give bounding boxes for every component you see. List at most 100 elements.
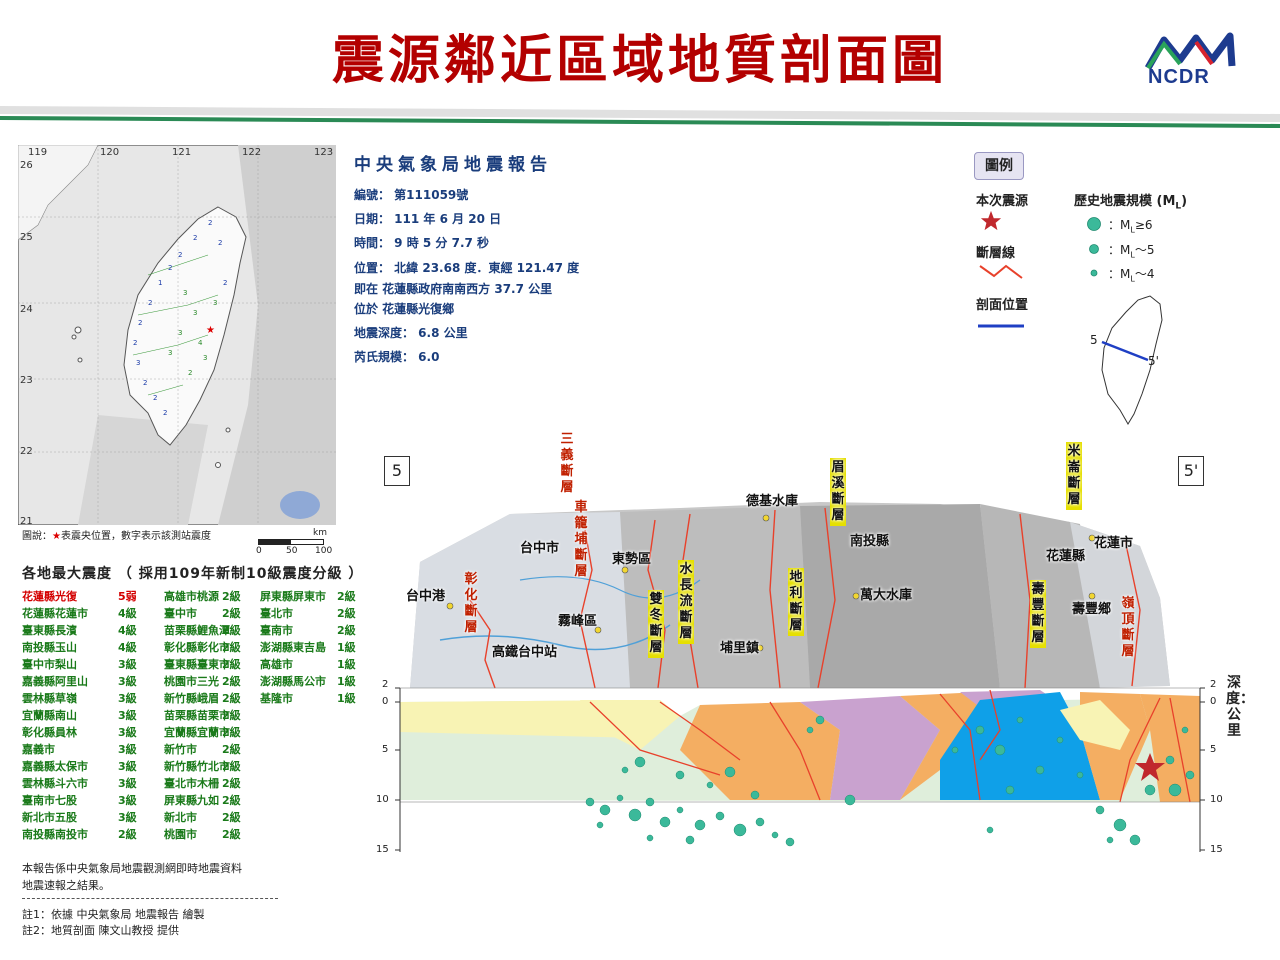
intensity-level: 2級 bbox=[118, 828, 137, 841]
intensity-station: 基隆市 bbox=[260, 692, 293, 705]
report-magnitude: 芮氏規模： 6.0 bbox=[354, 350, 440, 364]
svg-text:2: 2 bbox=[208, 219, 212, 227]
intensity-station: 屏東縣九如 bbox=[164, 794, 219, 807]
lat-tick: 23 bbox=[20, 375, 33, 386]
depth-tick-right: 15 bbox=[1210, 844, 1223, 855]
depth-tick-right: 2 bbox=[1210, 679, 1217, 690]
depth-axis-title: 深度：公里 bbox=[1226, 675, 1254, 739]
place-techi-reservoir: 德基水庫 bbox=[746, 494, 799, 509]
footnote-1: 註1：依據 中央氣象局 地震報告 繪製 bbox=[22, 908, 205, 921]
intensity-station: 臺東縣長濱 bbox=[22, 624, 77, 637]
intensity-station: 彰化縣彰化市 bbox=[164, 641, 230, 654]
intensity-station: 屏東縣屏東市 bbox=[260, 590, 326, 603]
intensity-level: 4級 bbox=[118, 641, 137, 654]
legend-fault-label: 斷層線 bbox=[976, 246, 1016, 261]
intensity-level: 3級 bbox=[118, 811, 137, 824]
intensity-station: 新北市五股 bbox=[22, 811, 77, 824]
intensity-level: 2級 bbox=[222, 760, 241, 773]
depth-tick-left: 5 bbox=[382, 744, 389, 755]
svg-text:2: 2 bbox=[193, 234, 197, 242]
magnitude-4-label: ：ML～4 bbox=[1108, 267, 1155, 284]
lat-tick: 22 bbox=[20, 446, 33, 457]
svg-text:3: 3 bbox=[183, 289, 187, 297]
note-divider bbox=[22, 898, 278, 899]
report-note-2: 地震速報之結果。 bbox=[22, 879, 110, 892]
svg-text:★: ★ bbox=[206, 325, 215, 336]
intensity-station: 新竹縣竹北市 bbox=[164, 760, 230, 773]
depth-tick-left: 10 bbox=[376, 794, 389, 805]
depth-tick-right: 0 bbox=[1210, 696, 1217, 707]
svg-text:4: 4 bbox=[198, 339, 203, 347]
report-depth: 地震深度： 6.8 公里 bbox=[354, 326, 468, 340]
svg-text:2: 2 bbox=[153, 394, 157, 402]
report-title: 中央氣象局地震報告 bbox=[354, 155, 552, 175]
svg-text:2: 2 bbox=[178, 251, 182, 259]
intensity-level: 2級 bbox=[222, 709, 241, 722]
intensity-level: 2級 bbox=[222, 590, 241, 603]
lat-tick: 25 bbox=[20, 232, 33, 243]
intensity-level: 2級 bbox=[222, 641, 241, 654]
profile-line-icon bbox=[978, 324, 1024, 328]
intensity-station: 花蓮縣花蓮市 bbox=[22, 607, 88, 620]
place-puli: 埔里鎮 bbox=[720, 641, 760, 656]
lon-tick: 120 bbox=[100, 147, 120, 158]
report-date: 日期： 111 年 6 月 20 日 bbox=[354, 212, 502, 226]
svg-text:3: 3 bbox=[178, 329, 182, 337]
report-note-1: 本報告係中央氣象局地震觀測網即時地震資料 bbox=[22, 862, 242, 875]
intensity-level: 3級 bbox=[118, 675, 137, 688]
intensity-station: 南投縣南投市 bbox=[22, 828, 88, 841]
intensity-station: 雲林縣斗六市 bbox=[22, 777, 88, 790]
intensity-level: 2級 bbox=[222, 777, 241, 790]
fault-line-icon bbox=[979, 264, 1023, 279]
svg-text:2: 2 bbox=[223, 279, 227, 287]
intensity-level: 1級 bbox=[337, 641, 356, 654]
scale-bar bbox=[258, 539, 324, 545]
intensity-level: 2級 bbox=[337, 590, 356, 603]
place-hualien-county: 花蓮縣 bbox=[1046, 549, 1086, 564]
intensity-level: 2級 bbox=[222, 743, 241, 756]
scale-label: 50 bbox=[286, 546, 298, 556]
magnitude-5-label: ：ML～5 bbox=[1108, 243, 1155, 260]
legend-epicenter-label: 本次震源 bbox=[976, 194, 1029, 209]
lon-tick: 122 bbox=[242, 147, 262, 158]
intensity-station: 嘉義縣太保市 bbox=[22, 760, 88, 773]
fault-sanyi: 三義斷層 bbox=[560, 432, 574, 495]
footnote-2: 註2：地質剖面 陳文山教授 提供 bbox=[22, 924, 179, 937]
map-caption: 圖說：★表震央位置，數字表示該測站震度 bbox=[22, 531, 211, 542]
intensity-station: 臺東縣臺東市 bbox=[164, 658, 230, 671]
place-dongshi: 東勢區 bbox=[612, 552, 652, 567]
intensity-level: 3級 bbox=[118, 760, 137, 773]
intensity-station: 宜蘭縣宜蘭市 bbox=[164, 726, 230, 739]
intensity-level: 2級 bbox=[222, 658, 241, 671]
intensity-level: 4級 bbox=[118, 607, 137, 620]
inset-label-5p: 5' bbox=[1148, 354, 1159, 368]
intensity-level: 1級 bbox=[337, 692, 356, 705]
fault-shoufeng: 壽豐斷層 bbox=[1030, 580, 1046, 648]
svg-text:2: 2 bbox=[188, 369, 192, 377]
intensity-level: 1級 bbox=[337, 658, 356, 671]
intensity-level: 3級 bbox=[118, 743, 137, 756]
place-wufeng: 霧峰區 bbox=[558, 614, 598, 629]
intensity-station: 臺南市七股 bbox=[22, 794, 77, 807]
legend-profile-label: 剖面位置 bbox=[976, 298, 1029, 313]
intensity-level: 5弱 bbox=[118, 590, 137, 603]
intensity-level: 3級 bbox=[118, 777, 137, 790]
intensity-station: 新竹市 bbox=[164, 743, 197, 756]
intensity-level: 2級 bbox=[222, 828, 241, 841]
lon-tick: 121 bbox=[172, 147, 192, 158]
intensity-station: 彰化縣員林 bbox=[22, 726, 77, 739]
intensity-station: 南投縣玉山 bbox=[22, 641, 77, 654]
intensity-level: 2級 bbox=[222, 692, 241, 705]
place-nantou-county: 南投縣 bbox=[850, 534, 890, 549]
fault-changhua: 彰化斷層 bbox=[464, 572, 478, 635]
intensity-station: 新北市 bbox=[164, 811, 197, 824]
svg-text:3: 3 bbox=[203, 354, 207, 362]
intensity-level: 4級 bbox=[118, 624, 137, 637]
intensity-station: 嘉義市 bbox=[22, 743, 55, 756]
report-time: 時間： 9 時 5 分 7.7 秒 bbox=[354, 236, 490, 250]
legend-history-label: 歷史地震規模 (ML) bbox=[1074, 194, 1188, 212]
intensity-station: 澎湖縣馬公市 bbox=[260, 675, 326, 688]
intensity-station: 臺中市 bbox=[164, 607, 197, 620]
svg-text:2: 2 bbox=[163, 409, 167, 417]
place-taichung-port: 台中港 bbox=[406, 589, 446, 604]
